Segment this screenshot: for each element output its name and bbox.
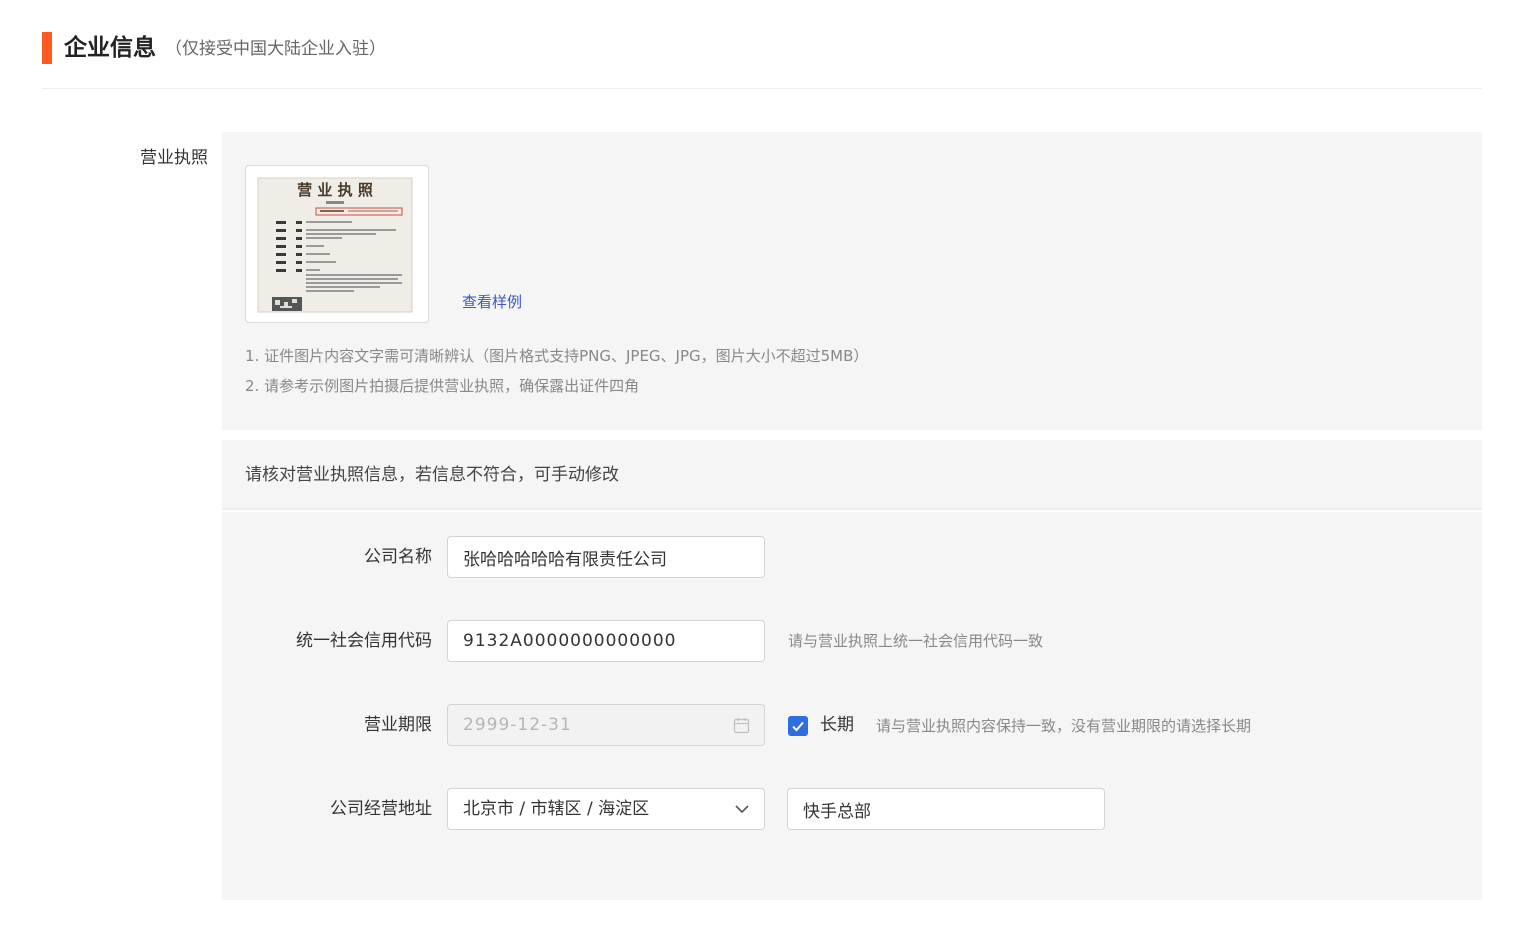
credit-code-input[interactable] — [447, 620, 765, 662]
license-sample-image[interactable]: 营 业 执 照 — [245, 165, 429, 323]
region-value: 北京市 / 市辖区 / 海淀区 — [463, 799, 650, 819]
header-divider — [42, 88, 1482, 89]
chevron-down-icon — [735, 805, 749, 814]
business-term-label: 营业期限 — [364, 715, 432, 735]
address-label: 公司经营地址 — [330, 799, 432, 819]
verify-panel-title: 请核对营业执照信息，若信息不符合，可手动修改 — [245, 465, 619, 485]
section-subtitle: （仅接受中国大陆企业入驻） — [165, 39, 386, 59]
company-name-input[interactable] — [447, 536, 765, 578]
section-title: 企业信息 — [64, 35, 156, 61]
title-accent-bar — [42, 32, 52, 64]
calendar-icon — [733, 718, 750, 734]
credit-code-label: 统一社会信用代码 — [296, 631, 432, 651]
license-label: 营业执照 — [140, 148, 208, 168]
checkmark-icon — [792, 721, 804, 732]
address-detail-input[interactable] — [787, 788, 1105, 830]
long-term-label[interactable]: 长期 — [820, 713, 854, 737]
business-term-date-value: 2999-12-31 — [463, 715, 572, 735]
region-cascader[interactable]: 北京市 / 市辖区 / 海淀区 — [447, 788, 765, 830]
view-example-link[interactable]: 查看样例 — [462, 290, 522, 314]
company-name-label: 公司名称 — [364, 547, 432, 567]
business-term-date-picker[interactable]: 2999-12-31 — [447, 704, 765, 746]
license-sample-graphic: 营 业 执 照 — [257, 177, 413, 313]
upload-tip-1: 1. 证件图片内容文字需可清晰辨认（图片格式支持PNG、JPEG、JPG，图片大… — [245, 347, 869, 365]
verify-form-panel — [222, 512, 1482, 900]
long-term-checkbox[interactable] — [788, 716, 808, 736]
license-sample-title: 营 业 执 照 — [297, 181, 373, 199]
credit-code-hint: 请与营业执照上统一社会信用代码一致 — [788, 632, 1044, 650]
business-term-hint: 请与营业执照内容保持一致，没有营业期限的请选择长期 — [876, 717, 1252, 735]
upload-tip-2: 2. 请参考示例图片拍摄后提供营业执照，确保露出证件四角 — [245, 377, 640, 395]
